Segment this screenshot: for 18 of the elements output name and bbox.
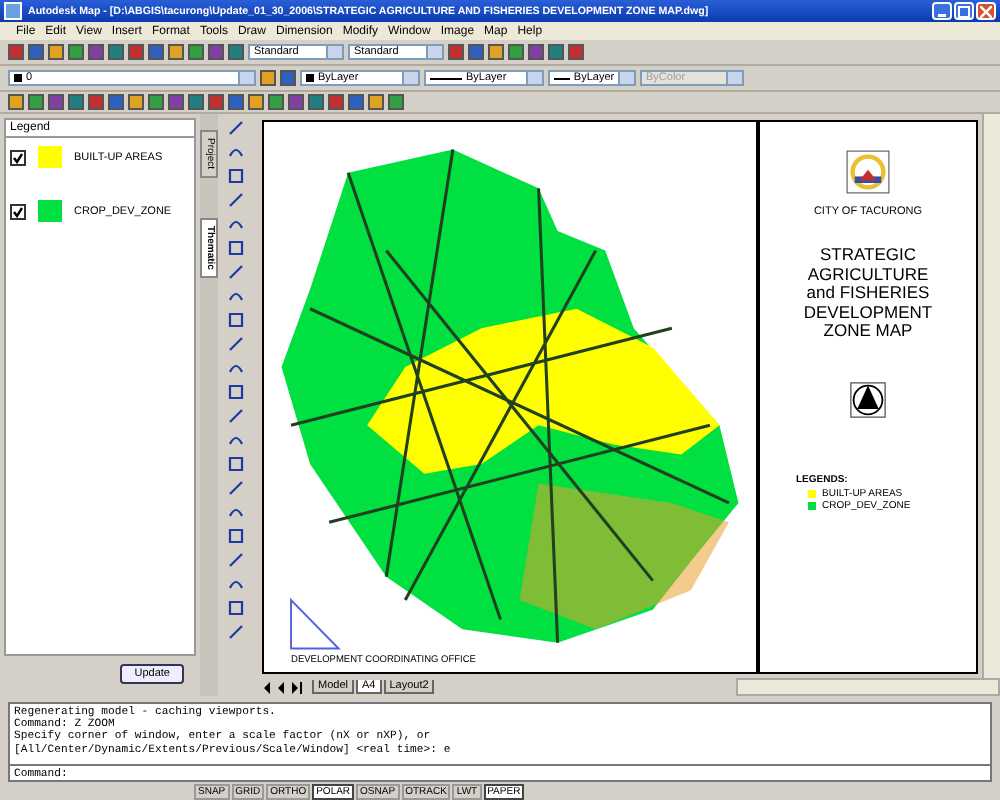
map-title-line: ZONE MAP xyxy=(821,322,915,341)
app-icon xyxy=(4,2,22,20)
vertical-scrollbar[interactable] xyxy=(982,114,1000,678)
minimize-button[interactable] xyxy=(932,2,952,20)
layer-checkbox[interactable] xyxy=(10,149,26,165)
tab-navigation-icon[interactable] xyxy=(262,681,306,693)
map-title-line: STRATEGIC xyxy=(817,246,918,265)
map-title-line: and FISHERIES xyxy=(804,284,932,303)
map-title-line: AGRICULTURE xyxy=(805,265,931,284)
city-seal-icon xyxy=(846,150,890,194)
close-icon xyxy=(980,5,992,17)
layer-checkbox[interactable] xyxy=(10,203,26,219)
horizontal-scrollbar[interactable] xyxy=(736,678,1000,696)
north-arrow-icon xyxy=(850,381,886,417)
maximize-button[interactable] xyxy=(954,2,974,20)
maximize-icon xyxy=(958,5,970,17)
close-button[interactable] xyxy=(976,2,996,20)
map-title-line: DEVELOPMENT xyxy=(803,303,933,322)
